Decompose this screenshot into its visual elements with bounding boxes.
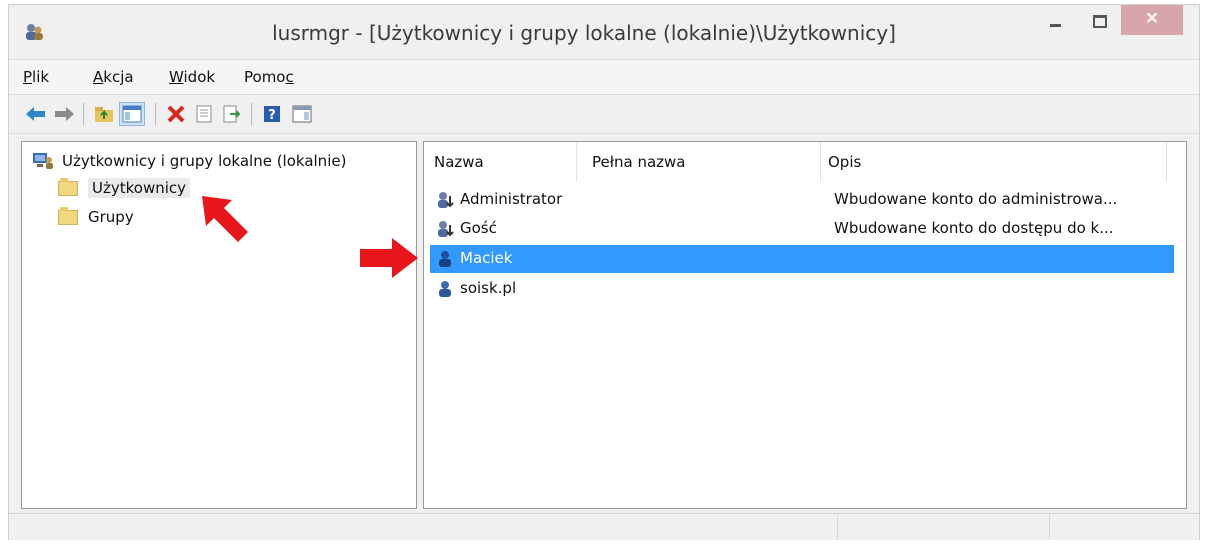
annotation-arrow-icon xyxy=(360,238,418,278)
annotation-arrow-icon xyxy=(202,196,248,242)
column-divider[interactable] xyxy=(820,142,821,182)
users-list-pane: Nazwa Pełna nazwa Opis Administrator Wbu… xyxy=(423,141,1187,509)
maximize-button[interactable] xyxy=(1079,5,1119,35)
forward-arrow-icon[interactable] xyxy=(51,102,77,126)
help-icon[interactable]: ? xyxy=(259,102,285,126)
title-bar: lusrmgr - [Użytkownicy i grupy lokalne (… xyxy=(9,5,1199,57)
menu-widok[interactable]: Widok xyxy=(169,68,215,86)
tree-root-item[interactable]: Użytkownicy i grupy lokalne (lokalnie) xyxy=(32,151,346,171)
tree-item-uzytkownicy[interactable]: Użytkownicy xyxy=(58,177,191,198)
up-folder-icon[interactable] xyxy=(91,102,117,126)
user-account-icon xyxy=(439,251,451,267)
menu-akcja[interactable]: Akcja xyxy=(93,68,134,86)
list-row-maciek[interactable]: Maciek xyxy=(430,245,1174,273)
status-bar-cell xyxy=(1049,514,1190,540)
close-button[interactable]: × xyxy=(1121,5,1183,35)
user-account-icon xyxy=(438,192,454,208)
column-header-pelna-nazwa[interactable]: Pełna nazwa xyxy=(592,142,686,182)
svg-text:?: ? xyxy=(268,108,276,123)
close-icon: × xyxy=(1144,8,1160,28)
list-row-administrator[interactable]: Administrator Wbudowane konto do adminis… xyxy=(430,186,1174,214)
toolbar: ? xyxy=(9,95,1199,134)
show-hide-console-tree-icon[interactable] xyxy=(119,102,145,126)
tree-item-grupy[interactable]: Grupy xyxy=(58,206,134,226)
export-list-icon[interactable] xyxy=(219,102,245,126)
window-title: lusrmgr - [Użytkownicy i grupy lokalne (… xyxy=(272,21,896,45)
toolbar-separator xyxy=(83,103,84,125)
column-divider[interactable] xyxy=(1166,142,1167,182)
column-header-opis[interactable]: Opis xyxy=(828,142,861,182)
minimize-button[interactable] xyxy=(1035,5,1075,35)
folder-icon xyxy=(58,206,78,225)
lusrmgr-window: lusrmgr - [Użytkownicy i grupy lokalne (… xyxy=(8,4,1200,540)
back-arrow-icon[interactable] xyxy=(23,102,49,126)
toolbar-separator xyxy=(251,103,252,125)
user-account-icon xyxy=(438,221,454,237)
delete-icon[interactable] xyxy=(163,102,189,126)
column-divider[interactable] xyxy=(576,142,577,182)
list-row-soisk[interactable]: soisk.pl xyxy=(430,275,1174,303)
list-row-gosc[interactable]: Gość Wbudowane konto do dostępu do k... xyxy=(430,215,1174,243)
menu-plik[interactable]: Plik xyxy=(23,68,49,86)
folder-icon xyxy=(58,177,78,196)
status-bar-cell xyxy=(837,514,1048,540)
menu-pomoc[interactable]: Pomoc xyxy=(244,68,294,86)
status-bar xyxy=(9,513,1199,540)
menu-bar: Plik Akcja Widok Pomoc xyxy=(9,59,1199,95)
user-account-icon xyxy=(439,281,451,297)
show-hide-action-pane-icon[interactable] xyxy=(289,102,315,126)
computer-users-icon xyxy=(33,153,53,169)
properties-icon[interactable] xyxy=(191,102,217,126)
toolbar-separator xyxy=(155,103,156,125)
column-header-nazwa[interactable]: Nazwa xyxy=(434,142,484,182)
